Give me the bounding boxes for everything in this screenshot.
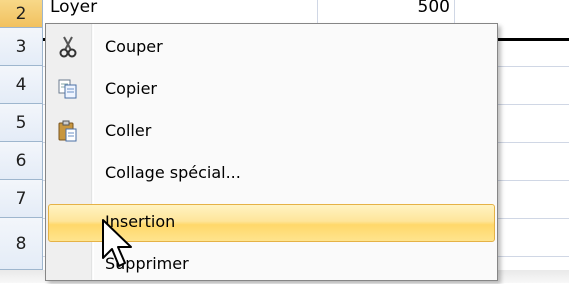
menu-item-label: Couper [105,37,163,56]
cell-c2[interactable]: 500 [400,0,450,17]
row-number: 8 [15,234,27,254]
row-header-6[interactable]: 6 [0,142,43,180]
row-header-3[interactable]: 3 [0,28,43,66]
row-number: 5 [15,113,27,133]
row-number: 6 [15,151,27,171]
row-number: 4 [15,75,27,95]
menu-item-label: Copier [105,79,157,98]
menu-item-collage-special[interactable]: Collage spécial... [48,155,495,193]
scissors-icon [59,36,77,58]
menu-item-label: Collage spécial... [105,163,241,182]
menu-item-copier[interactable]: Copier [48,71,495,109]
cell-b2[interactable]: Loyer [50,0,97,17]
row-header-4[interactable]: 4 [0,66,43,104]
row-number: 7 [15,189,27,209]
menu-item-couper[interactable]: Couper [48,29,495,67]
row-header-7[interactable]: 7 [0,180,43,218]
row-header-5[interactable]: 5 [0,104,43,142]
paste-icon [58,120,77,142]
mouse-cursor-icon [102,219,132,267]
copy-icon [58,79,77,99]
menu-item-label: Coller [105,121,152,140]
row-header-8[interactable]: 8 [0,218,43,270]
row-number: 3 [15,37,27,57]
row-header-2[interactable]: 2 [0,0,43,28]
row-number: 2 [15,4,27,24]
menu-item-coller[interactable]: Coller [48,113,495,151]
